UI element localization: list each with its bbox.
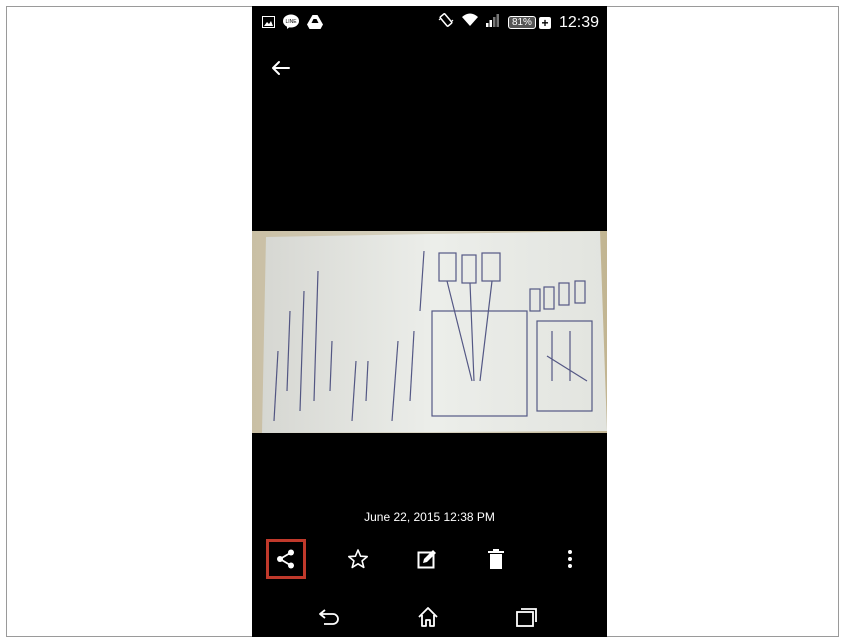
back-curve-icon bbox=[319, 609, 339, 625]
vibrate-icon bbox=[438, 12, 454, 33]
signal-icon bbox=[485, 13, 500, 32]
edit-button[interactable] bbox=[407, 539, 447, 579]
svg-text:LINE: LINE bbox=[285, 19, 297, 25]
more-vert-icon bbox=[568, 550, 572, 568]
line-app-icon: LINE bbox=[283, 14, 299, 34]
photo-image[interactable] bbox=[252, 231, 607, 433]
nav-recents-button[interactable] bbox=[510, 601, 542, 633]
back-arrow-button[interactable] bbox=[266, 54, 294, 82]
system-nav-bar bbox=[252, 596, 607, 637]
battery-level: 81% bbox=[507, 16, 536, 29]
edit-icon bbox=[417, 550, 436, 569]
drive-icon bbox=[307, 14, 323, 34]
nav-home-button[interactable] bbox=[412, 601, 444, 633]
image-notification-icon bbox=[262, 15, 275, 33]
wifi-icon bbox=[461, 13, 478, 32]
photo-action-bar bbox=[252, 536, 607, 586]
trash-icon bbox=[488, 549, 504, 569]
arrow-left-icon bbox=[272, 61, 290, 75]
status-time: 12:39 bbox=[558, 13, 599, 31]
photo-date: June 22, 2015 12:38 PM bbox=[364, 510, 495, 524]
status-bar: LINE 81% + 12:39 bbox=[252, 6, 607, 42]
share-icon bbox=[277, 549, 294, 569]
delete-button[interactable] bbox=[476, 539, 516, 579]
more-options-button[interactable] bbox=[550, 539, 590, 579]
star-outline-icon bbox=[348, 549, 368, 569]
home-icon bbox=[418, 607, 438, 627]
charging-icon: + bbox=[538, 16, 551, 29]
share-button[interactable] bbox=[266, 539, 306, 579]
phone-screen: LINE 81% + 12:39 June 22, 2015 12:38 PM bbox=[252, 6, 607, 637]
favorite-button[interactable] bbox=[338, 539, 378, 579]
nav-back-button[interactable] bbox=[313, 601, 345, 633]
battery-icon: 81% + bbox=[507, 16, 551, 29]
recent-apps-icon bbox=[516, 608, 537, 627]
